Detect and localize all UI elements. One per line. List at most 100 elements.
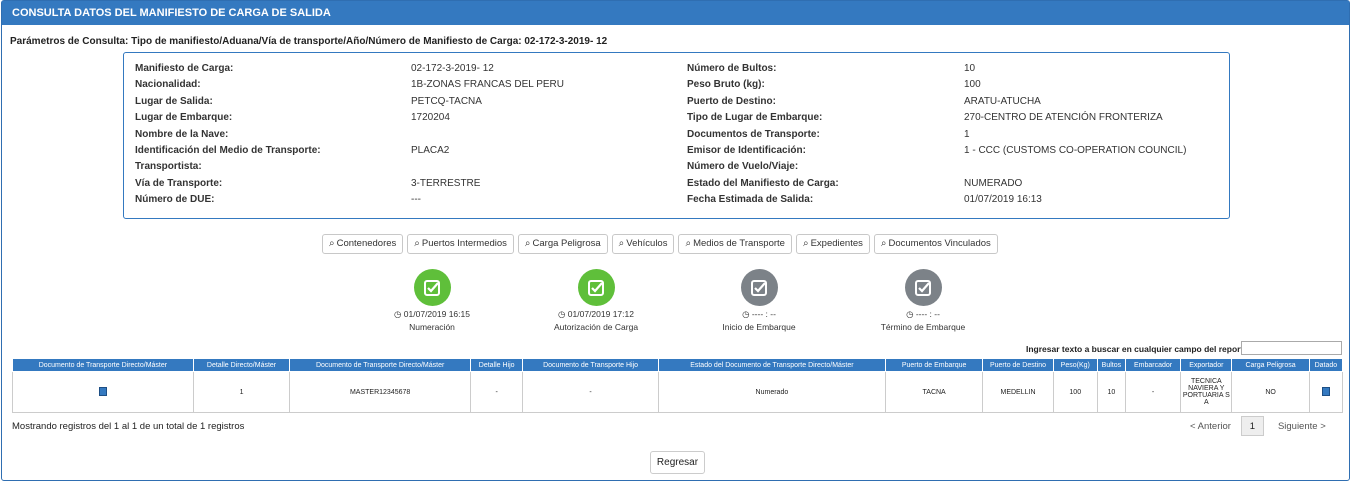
check-icon — [577, 269, 615, 306]
search-label: Ingresar texto a buscar en cualquier cam… — [1026, 344, 1251, 354]
button-medios-de-transporte[interactable]: ⌕ Medios de Transporte — [678, 234, 792, 254]
info-value: 3-TERRESTRE — [411, 177, 481, 189]
params-label: Parámetros de Consulta: — [10, 36, 129, 47]
column-header[interactable]: Documento de Transporte Directo/Máster — [12, 358, 194, 372]
info-label: Emisor de Identificación: — [687, 145, 806, 156]
table-cell: MEDELLIN — [982, 371, 1054, 413]
step-time: ◷ 01/07/2019 16:15 — [352, 309, 512, 320]
column-header[interactable]: Documento de Transporte Directo/Máster — [289, 358, 472, 372]
prev-page-link[interactable]: < Anterior — [1190, 421, 1231, 432]
info-value: 100 — [964, 79, 981, 91]
column-header[interactable]: Puerto de Destino — [982, 358, 1054, 372]
column-header[interactable]: Detalle Directo/Máster — [192, 358, 291, 372]
info-label: Tipo de Lugar de Embarque: — [687, 112, 823, 124]
search-input[interactable] — [1241, 341, 1342, 355]
params-value: Tipo de manifiesto/Aduana/Vía de transpo… — [131, 36, 608, 47]
status-step: ◷ ---- : -- Término de Embarque — [843, 269, 1003, 332]
column-header[interactable]: Peso(Kg) — [1052, 358, 1098, 372]
info-label: Número de DUE: — [135, 194, 215, 206]
table-cell: TECNICA NAVIERA Y PORTUARIA S A — [1180, 371, 1233, 413]
page-1-button[interactable]: 1 — [1240, 416, 1264, 436]
button-puertos-intermedios[interactable]: ⌕ Puertos Intermedios — [407, 234, 514, 254]
check-icon — [904, 269, 942, 306]
info-label: Número de Bultos: — [687, 63, 777, 74]
clock-icon: ◷ — [394, 309, 404, 319]
info-label: Nombre de la Nave: — [135, 128, 229, 140]
column-header[interactable]: Detalle Hijo — [470, 358, 524, 372]
info-label: Vía de Transporte: — [135, 177, 223, 189]
table-cell: Numerado — [657, 371, 886, 413]
step-time-value: ---- : -- — [915, 309, 940, 319]
status-step: ◷ 01/07/2019 16:15 Numeración — [352, 269, 512, 332]
info-label: Documentos de Transporte: — [687, 128, 820, 140]
button-label: Contenedores — [336, 238, 397, 249]
back-button[interactable]: Regresar — [650, 451, 705, 474]
column-header[interactable]: Exportador — [1180, 358, 1233, 372]
search-icon: ⌕ — [414, 238, 420, 249]
info-value: NUMERADO — [964, 177, 1023, 189]
button-label: Puertos Intermedios — [421, 238, 507, 249]
info-value: 10 — [964, 63, 976, 74]
pagination: < Anterior 1 Siguiente > — [1190, 416, 1326, 436]
column-header[interactable]: Documento de Transporte Hijo — [522, 358, 659, 372]
search-icon: ⌕ — [618, 238, 625, 249]
info-value: 1720204 — [411, 112, 450, 124]
document-icon[interactable] — [1321, 386, 1330, 396]
search-icon: ⌕ — [802, 238, 809, 249]
info-label: Lugar de Embarque: — [135, 112, 233, 124]
table-cell: MASTER12345678 — [289, 371, 472, 413]
column-header[interactable]: Estado del Documento de Transporte Direc… — [657, 358, 886, 372]
step-time-value: 01/07/2019 17:12 — [567, 309, 634, 319]
next-page-link[interactable]: Siguiente > — [1278, 421, 1326, 432]
info-label: Fecha Estimada de Salida: — [687, 194, 814, 206]
column-header[interactable]: Carga Peligrosa — [1231, 358, 1310, 372]
column-header[interactable]: Datado — [1308, 358, 1344, 372]
status-step: ◷ ---- : -- Inicio de Embarque — [679, 269, 839, 332]
info-label: Peso Bruto (kg): — [687, 79, 765, 91]
search-icon: ⌕ — [685, 238, 692, 249]
info-label: Transportista: — [135, 161, 202, 173]
table-cell: NO — [1231, 371, 1310, 413]
table-cell — [1308, 371, 1344, 413]
info-label: Nacionalidad: — [135, 79, 201, 91]
query-params: Parámetros de Consulta: Tipo de manifies… — [10, 36, 607, 47]
table-cell: - — [470, 371, 524, 413]
step-label: Término de Embarque — [880, 322, 966, 332]
clock-icon: ◷ — [906, 309, 916, 319]
button-expedientes[interactable]: ⌕ Expedientes — [795, 234, 870, 254]
button-vehículos[interactable]: ⌕ Vehículos — [611, 234, 675, 254]
clock-icon: ◷ — [742, 309, 752, 319]
info-label: Número de Vuelo/Viaje: — [687, 161, 799, 173]
info-value: 01/07/2019 16:13 — [964, 194, 1042, 206]
button-label: Expedientes — [810, 238, 863, 249]
table-cell: 1 — [192, 371, 291, 413]
check-icon — [413, 269, 451, 306]
step-label: Numeración — [409, 322, 455, 332]
table-cell: - — [1124, 371, 1182, 413]
info-value: 1 — [964, 128, 970, 140]
button-contenedores[interactable]: ⌕ Contenedores — [322, 234, 404, 254]
search-icon: ⌕ — [329, 238, 335, 249]
button-label: Documentos Vinculados — [888, 238, 991, 249]
info-label: Estado del Manifiesto de Carga: — [687, 177, 839, 189]
info-label: Lugar de Salida: — [135, 95, 213, 107]
table-cell: 100 — [1052, 371, 1098, 413]
step-time: ◷ ---- : -- — [843, 309, 1003, 320]
info-value: 1 - CCC (CUSTOMS CO-OPERATION COUNCIL) — [964, 145, 1187, 156]
document-icon[interactable] — [98, 386, 107, 396]
button-carga-peligrosa[interactable]: ⌕ Carga Peligrosa — [517, 234, 608, 254]
button-label: Medios de Transporte — [693, 238, 785, 249]
column-header[interactable]: Bultos — [1096, 358, 1126, 372]
action-buttons: ⌕ Contenedores ⌕ Puertos Intermedios ⌕ Carga … — [322, 234, 998, 254]
button-label: Carga Peligrosa — [532, 238, 601, 249]
column-header[interactable]: Puerto de Embarque — [884, 358, 984, 372]
button-documentos-vinculados[interactable]: ⌕ Documentos Vinculados — [873, 234, 998, 254]
column-header[interactable]: Embarcador — [1124, 358, 1182, 372]
table-cell — [12, 371, 194, 413]
table-cell: TACNA — [884, 371, 984, 413]
step-time-value: ---- : -- — [751, 309, 776, 319]
info-value: PLACA2 — [411, 145, 450, 156]
step-label: Inicio de Embarque — [722, 322, 796, 332]
button-label: Vehículos — [626, 238, 668, 249]
clock-icon: ◷ — [558, 309, 568, 319]
